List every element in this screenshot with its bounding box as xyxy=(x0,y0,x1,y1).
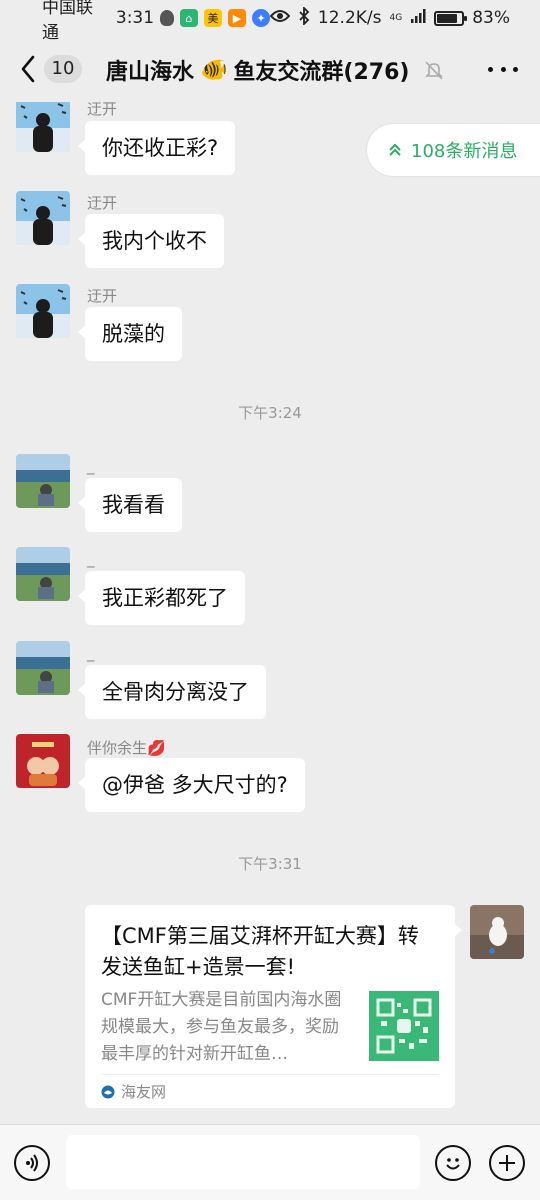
emoji-button[interactable] xyxy=(435,1145,471,1181)
net-speed: 12.2K/s xyxy=(317,8,382,28)
bluetooth-icon xyxy=(298,5,310,30)
unread-count-badge[interactable]: 10 xyxy=(44,55,82,83)
more-actions-button[interactable] xyxy=(489,1145,525,1181)
eye-icon xyxy=(269,8,291,28)
sender-name: _ xyxy=(87,457,95,475)
avatar[interactable] xyxy=(16,547,70,601)
voice-icon xyxy=(26,1154,38,1172)
link-card-source: 海友网 xyxy=(101,1074,439,1108)
link-card-description: CMF开缸大赛是目前国内海水圈规模最大，参与鱼友最多，奖励最丰厚的针对新开缸鱼… xyxy=(101,990,342,1064)
avatar[interactable] xyxy=(16,102,70,152)
message-bubble[interactable]: 全骨肉分离没了 xyxy=(78,665,266,719)
message-bubble[interactable]: 我内个收不 xyxy=(78,214,224,268)
sender-name: 伴你余生💋 xyxy=(87,737,166,758)
mute-bell-icon xyxy=(425,61,444,80)
avatar[interactable] xyxy=(16,284,70,338)
message-bubble[interactable]: 脱藻的 xyxy=(78,307,182,361)
avatar[interactable] xyxy=(16,734,70,788)
chat-title: 唐山海水 🐠 鱼友交流群(276) xyxy=(106,54,445,86)
avatar[interactable] xyxy=(16,191,70,245)
link-card-source-label: 海友网 xyxy=(121,1083,167,1101)
chat-title-text: 唐山海水 xyxy=(106,60,195,85)
app-icon-blue: ✦ xyxy=(251,9,270,27)
app-icon-green: ⌂ xyxy=(180,9,198,27)
chat-header: 10 唐山海水 🐠 鱼友交流群(276) xyxy=(0,36,540,102)
sender-name: _ xyxy=(87,550,95,568)
timestamp-separator: 下午3:24 xyxy=(238,404,302,422)
sender-name-text: 伴你余生 xyxy=(87,739,148,757)
chat-title-text-2: 鱼友交流群(276) xyxy=(233,60,410,85)
signal-type: 4G xyxy=(389,12,403,23)
new-messages-button[interactable]: 108条新消息 xyxy=(366,123,540,177)
plus-icon xyxy=(499,1155,515,1171)
fish-emoji: 🐠 xyxy=(200,57,228,83)
app-icon-mei: 美 xyxy=(204,9,222,27)
qr-code-thumbnail xyxy=(369,991,439,1061)
message-bubble[interactable]: @伊爸 多大尺寸的? xyxy=(78,758,305,812)
voice-input-button[interactable] xyxy=(14,1145,50,1181)
new-messages-label: 108条新消息 xyxy=(411,141,518,162)
back-button[interactable] xyxy=(16,52,40,86)
avatar[interactable] xyxy=(16,454,70,508)
input-bar xyxy=(0,1124,540,1200)
message-bubble[interactable]: 我正彩都死了 xyxy=(78,571,245,625)
message-input[interactable] xyxy=(66,1135,420,1189)
avatar[interactable] xyxy=(16,641,70,695)
sender-name: 迂开 xyxy=(87,287,118,305)
shield-icon xyxy=(160,10,175,26)
sender-name: _ xyxy=(87,644,95,662)
chevron-left-icon xyxy=(21,55,35,83)
app-icon-video: ▶ xyxy=(227,9,246,27)
status-bar: 中国联通 3:31 ⌂ 美 ▶ ✦ 12.2K/s 4G 83% xyxy=(0,0,540,43)
message-list[interactable]: 108条新消息 迂开 你还收正彩? 迂开 我内个收不 迂开 脱藻的 下午3:24… xyxy=(0,102,540,1124)
message-bubble[interactable]: 我看看 xyxy=(78,478,182,532)
smiley-icon xyxy=(446,1158,460,1170)
double-chevron-up-icon xyxy=(389,143,401,156)
timestamp-separator: 下午3:31 xyxy=(238,855,302,873)
signal-icon xyxy=(410,8,426,29)
battery-icon xyxy=(434,10,468,26)
my-avatar[interactable] xyxy=(470,905,524,959)
link-card-title: 【CMF第三届艾湃杯开缸大赛】转发送鱼缸+造景一套! xyxy=(101,924,419,979)
source-logo-icon xyxy=(101,1085,115,1098)
link-card[interactable]: 【CMF第三届艾湃杯开缸大赛】转发送鱼缸+造景一套! CMF开缸大赛是目前国内海… xyxy=(85,905,462,1108)
clock: 3:31 xyxy=(115,8,155,28)
more-options-button[interactable] xyxy=(488,58,518,80)
lips-emoji: 💋 xyxy=(147,739,166,757)
sender-name: 迂开 xyxy=(87,102,118,118)
battery-percent: 83% xyxy=(472,8,510,28)
sender-name: 迂开 xyxy=(87,194,118,212)
message-bubble[interactable]: 你还收正彩? xyxy=(77,121,236,175)
